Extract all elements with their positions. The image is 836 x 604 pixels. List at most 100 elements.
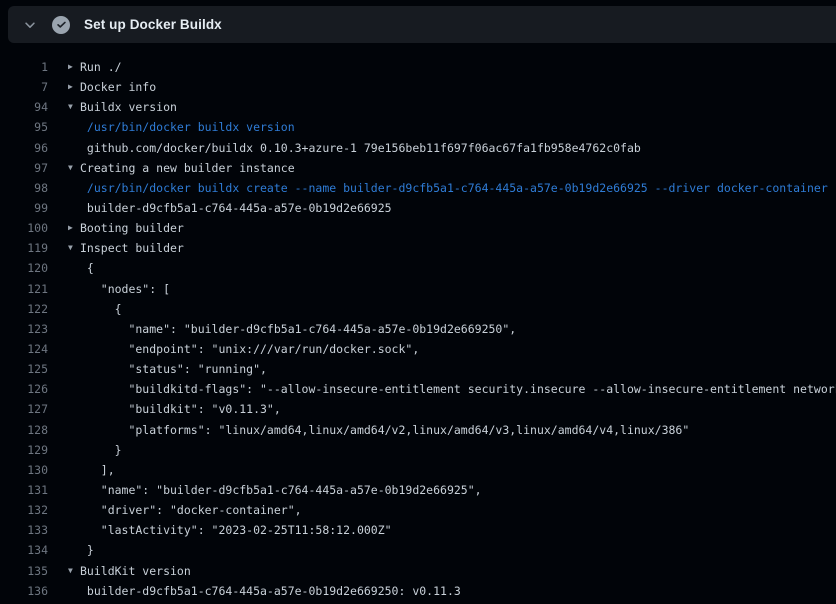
group-toggle-icon bbox=[68, 399, 80, 419]
group-toggle-icon bbox=[68, 520, 80, 540]
group-toggle-icon bbox=[68, 581, 80, 601]
log-line-text: Run ./ bbox=[80, 57, 836, 77]
log-line-number[interactable]: 98 bbox=[0, 178, 48, 198]
log-line-text: Docker info bbox=[80, 77, 836, 97]
group-toggle-icon bbox=[68, 198, 80, 218]
log-line-number[interactable]: 127 bbox=[0, 399, 48, 419]
log-line-text: } bbox=[80, 540, 836, 560]
group-toggle-icon bbox=[68, 339, 80, 359]
log-line: 128 "platforms": "linux/amd64,linux/amd6… bbox=[0, 420, 836, 440]
log-line: 124 "endpoint": "unix:///var/run/docker.… bbox=[0, 339, 836, 359]
log-line-text: "nodes": [ bbox=[80, 279, 836, 299]
log-line-number[interactable]: 97 bbox=[0, 158, 48, 178]
log-line-number[interactable]: 125 bbox=[0, 359, 48, 379]
log-line[interactable]: 119 ▼ Inspect builder bbox=[0, 238, 836, 258]
log-line-text: ], bbox=[80, 460, 836, 480]
log-line-number[interactable]: 136 bbox=[0, 581, 48, 601]
log-line[interactable]: 94 ▼ Buildx version bbox=[0, 97, 836, 117]
check-circle-icon bbox=[52, 16, 70, 34]
log-line: 130 ], bbox=[0, 460, 836, 480]
log-line[interactable]: 135 ▼ BuildKit version bbox=[0, 561, 836, 581]
log-line-number[interactable]: 100 bbox=[0, 218, 48, 238]
log-line: 126 "buildkitd-flags": "--allow-insecure… bbox=[0, 379, 836, 399]
log-line-number[interactable]: 99 bbox=[0, 198, 48, 218]
log-line-text: { bbox=[80, 258, 836, 278]
log-line-text: "platforms": "linux/amd64,linux/amd64/v2… bbox=[80, 420, 836, 440]
triangle-right-icon[interactable]: ▶ bbox=[68, 57, 80, 77]
group-toggle-icon bbox=[68, 420, 80, 440]
log-line-number[interactable]: 1 bbox=[0, 57, 48, 77]
log-line-number[interactable]: 130 bbox=[0, 460, 48, 480]
group-toggle-icon bbox=[68, 540, 80, 560]
log-line-text: github.com/docker/buildx 0.10.3+azure-1 … bbox=[80, 138, 836, 158]
log-line-text: /usr/bin/docker buildx version bbox=[80, 117, 836, 137]
log-line-number[interactable]: 129 bbox=[0, 440, 48, 460]
group-toggle-icon bbox=[68, 319, 80, 339]
log-line[interactable]: 97 ▼ Creating a new builder instance bbox=[0, 158, 836, 178]
triangle-right-icon[interactable]: ▶ bbox=[68, 77, 80, 97]
log-line-text: Buildx version bbox=[80, 97, 836, 117]
log-line: 125 "status": "running", bbox=[0, 359, 836, 379]
step-header[interactable]: Set up Docker Buildx bbox=[8, 6, 836, 43]
log-line-text: "status": "running", bbox=[80, 359, 836, 379]
log-line-text: "name": "builder-d9cfb5a1-c764-445a-a57e… bbox=[80, 480, 836, 500]
log-line[interactable]: 7 ▶ Docker info bbox=[0, 77, 836, 97]
log-line: 131 "name": "builder-d9cfb5a1-c764-445a-… bbox=[0, 480, 836, 500]
log-line-number[interactable]: 121 bbox=[0, 279, 48, 299]
log-line-number[interactable]: 135 bbox=[0, 561, 48, 581]
triangle-down-icon[interactable]: ▼ bbox=[68, 238, 80, 258]
log-line-number[interactable]: 134 bbox=[0, 540, 48, 560]
log-line-number[interactable]: 133 bbox=[0, 520, 48, 540]
log-line-number[interactable]: 123 bbox=[0, 319, 48, 339]
log-line-number[interactable]: 119 bbox=[0, 238, 48, 258]
log-line-number[interactable]: 120 bbox=[0, 258, 48, 278]
group-toggle-icon bbox=[68, 138, 80, 158]
log-line-text: "driver": "docker-container", bbox=[80, 500, 836, 520]
log-line-text: "name": "builder-d9cfb5a1-c764-445a-a57e… bbox=[80, 319, 836, 339]
log-line: 99 builder-d9cfb5a1-c764-445a-a57e-0b19d… bbox=[0, 198, 836, 218]
log-line: 95 /usr/bin/docker buildx version bbox=[0, 117, 836, 137]
group-toggle-icon bbox=[68, 440, 80, 460]
log-line-text: "endpoint": "unix:///var/run/docker.sock… bbox=[80, 339, 836, 359]
log-line-text: "buildkit": "v0.11.3", bbox=[80, 399, 836, 419]
log-line-number[interactable]: 95 bbox=[0, 117, 48, 137]
log-line: 98 /usr/bin/docker buildx create --name … bbox=[0, 178, 836, 198]
log-line-text: Booting builder bbox=[80, 218, 836, 238]
log-line-number[interactable]: 128 bbox=[0, 420, 48, 440]
group-toggle-icon bbox=[68, 359, 80, 379]
log-line: 123 "name": "builder-d9cfb5a1-c764-445a-… bbox=[0, 319, 836, 339]
log-line-text: builder-d9cfb5a1-c764-445a-a57e-0b19d2e6… bbox=[80, 581, 836, 601]
group-toggle-icon bbox=[68, 117, 80, 137]
log-line-text: BuildKit version bbox=[80, 561, 836, 581]
group-toggle-icon bbox=[68, 460, 80, 480]
log-line-number[interactable]: 126 bbox=[0, 379, 48, 399]
log-line-text: /usr/bin/docker buildx create --name bui… bbox=[80, 178, 836, 198]
triangle-down-icon[interactable]: ▼ bbox=[68, 97, 80, 117]
log-line-number[interactable]: 131 bbox=[0, 480, 48, 500]
group-toggle-icon bbox=[68, 379, 80, 399]
log-line-text: Inspect builder bbox=[80, 238, 836, 258]
log-line: 133 "lastActivity": "2023-02-25T11:58:12… bbox=[0, 520, 836, 540]
log-line-number[interactable]: 7 bbox=[0, 77, 48, 97]
log-line[interactable]: 1 ▶ Run ./ bbox=[0, 57, 836, 77]
group-toggle-icon bbox=[68, 299, 80, 319]
log-line-number[interactable]: 96 bbox=[0, 138, 48, 158]
log-line-number[interactable]: 132 bbox=[0, 500, 48, 520]
triangle-down-icon[interactable]: ▼ bbox=[68, 158, 80, 178]
log-line-number[interactable]: 122 bbox=[0, 299, 48, 319]
log-output: 1 ▶ Run ./ 7 ▶ Docker info 94 ▼ Buildx v… bbox=[0, 57, 836, 601]
log-line-text: { bbox=[80, 299, 836, 319]
triangle-right-icon[interactable]: ▶ bbox=[68, 218, 80, 238]
group-toggle-icon bbox=[68, 500, 80, 520]
group-toggle-icon bbox=[68, 178, 80, 198]
log-line-number[interactable]: 124 bbox=[0, 339, 48, 359]
log-line-text: "buildkitd-flags": "--allow-insecure-ent… bbox=[80, 379, 836, 399]
triangle-down-icon[interactable]: ▼ bbox=[68, 561, 80, 581]
log-line: 121 "nodes": [ bbox=[0, 279, 836, 299]
log-line: 127 "buildkit": "v0.11.3", bbox=[0, 399, 836, 419]
log-line-number[interactable]: 94 bbox=[0, 97, 48, 117]
chevron-down-icon[interactable] bbox=[22, 17, 38, 33]
log-line: 120 { bbox=[0, 258, 836, 278]
log-line[interactable]: 100 ▶ Booting builder bbox=[0, 218, 836, 238]
log-line: 129 } bbox=[0, 440, 836, 460]
